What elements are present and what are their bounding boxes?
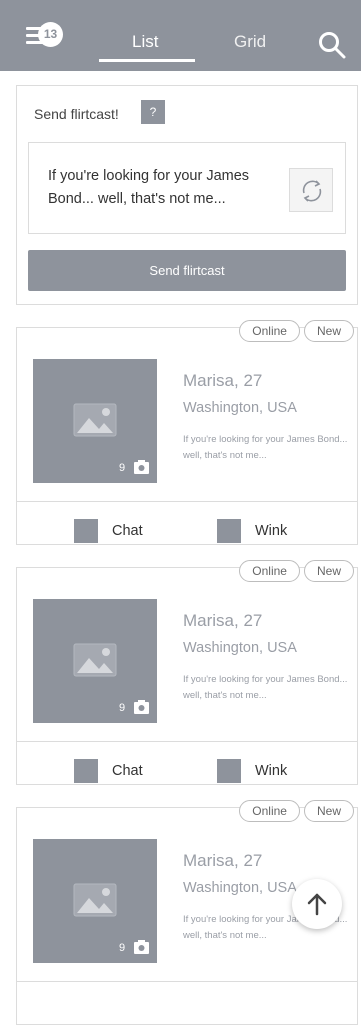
wink-icon [217, 759, 241, 783]
send-flirtcast-button[interactable]: Send flirtcast [28, 250, 346, 291]
profile-photo[interactable]: 9 [33, 599, 157, 723]
wink-button[interactable]: Wink [217, 519, 287, 543]
divider [17, 501, 357, 502]
refresh-icon [302, 180, 322, 202]
help-button[interactable]: ? [141, 100, 165, 124]
divider [17, 981, 357, 982]
camera-icon [134, 940, 149, 954]
photo-count: 9 [119, 462, 126, 474]
chat-label: Chat [112, 763, 143, 779]
image-placeholder-icon [73, 883, 117, 917]
online-badge: Online [239, 800, 300, 822]
flirtcast-message: If you're looking for your James Bond...… [48, 168, 250, 207]
wink-button[interactable]: Wink [217, 759, 287, 783]
camera-icon [134, 700, 149, 714]
profile-card[interactable]: Online New 9 Marisa, 27 Washington, USA … [16, 560, 358, 785]
arrow-up-icon [307, 893, 327, 916]
image-placeholder-icon [73, 643, 117, 677]
wink-label: Wink [255, 763, 288, 779]
divider [17, 741, 357, 742]
chat-icon [74, 759, 98, 783]
online-badge: Online [239, 560, 300, 582]
profile-name[interactable]: Marisa, 27 [183, 611, 262, 631]
chat-button[interactable]: Chat [74, 519, 143, 543]
profile-photo[interactable]: 9 [33, 839, 157, 963]
flirtcast-title: Send flirtcast! [34, 106, 119, 122]
profile-card[interactable]: Online New 9 Marisa, 27 Washington, USA … [16, 320, 358, 545]
chat-label: Chat [112, 523, 143, 539]
refresh-message-button[interactable] [289, 168, 333, 212]
profile-location: Washington, USA [183, 400, 297, 416]
new-badge: New [303, 800, 354, 822]
search-icon[interactable] [318, 31, 346, 59]
wink-icon [217, 519, 241, 543]
status-badges: Online New [239, 800, 354, 822]
status-badges: Online New [239, 320, 354, 342]
profile-description: If you're looking for your James Bond...… [183, 674, 348, 701]
photo-count: 9 [119, 942, 126, 954]
online-badge: Online [239, 320, 300, 342]
tab-grid[interactable]: Grid [234, 32, 266, 52]
image-placeholder-icon [73, 403, 117, 437]
scroll-to-top-button[interactable] [292, 879, 342, 929]
status-badges: Online New [239, 560, 354, 582]
new-badge: New [303, 320, 354, 342]
active-tab-indicator [99, 59, 195, 62]
chat-button[interactable]: Chat [74, 759, 143, 783]
profile-description: If you're looking for your James Bond...… [183, 434, 348, 461]
tab-list[interactable]: List [132, 32, 158, 52]
flirtcast-message-box: If you're looking for your James Bond...… [28, 142, 346, 234]
wink-label: Wink [255, 523, 288, 539]
notification-badge[interactable]: 13 [38, 22, 63, 47]
top-bar: 13 List Grid [0, 0, 361, 71]
profile-name[interactable]: Marisa, 27 [183, 851, 262, 871]
profile-location: Washington, USA [183, 880, 297, 896]
flirtcast-card: Send flirtcast! ? If you're looking for … [16, 85, 358, 305]
profile-name[interactable]: Marisa, 27 [183, 371, 262, 391]
chat-icon [74, 519, 98, 543]
profile-location: Washington, USA [183, 640, 297, 656]
profile-photo[interactable]: 9 [33, 359, 157, 483]
camera-icon [134, 460, 149, 474]
photo-count: 9 [119, 702, 126, 714]
new-badge: New [303, 560, 354, 582]
